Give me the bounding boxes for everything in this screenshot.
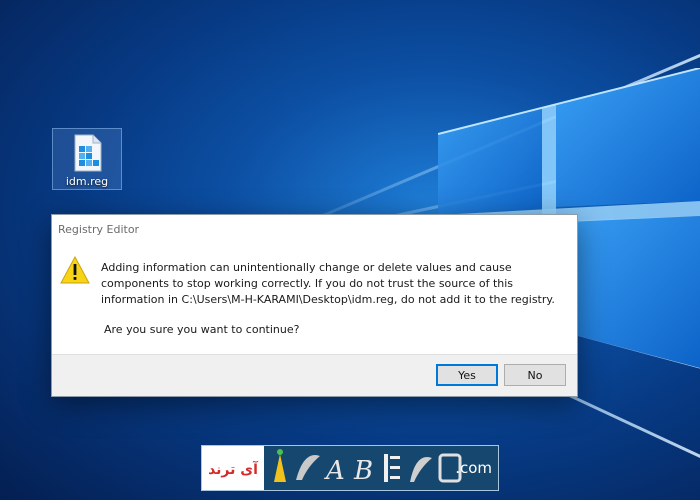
svg-text:A: A [324, 456, 345, 486]
site-watermark-logo: آی ترند A B .com [201, 445, 499, 491]
svg-text:آی ترند: آی ترند [208, 460, 259, 478]
watermark-graphic-area: A B .com [264, 446, 498, 490]
yes-button[interactable]: Yes [436, 364, 498, 386]
desktop-icon-label: idm.reg [65, 175, 109, 188]
svg-text:B: B [353, 456, 373, 486]
dialog-button-bar: Yes No [52, 354, 577, 396]
desktop-file-icon[interactable]: idm.reg [52, 128, 122, 190]
no-button[interactable]: No [504, 364, 566, 386]
watermark-brand-area: آی ترند [202, 446, 264, 490]
dialog-title: Registry Editor [58, 223, 140, 236]
dialog-message: Adding information can unintentionally c… [101, 260, 563, 308]
watermark-persian-text: آی ترند [208, 460, 259, 478]
confirmation-question: Are you sure you want to continue? [104, 323, 300, 336]
watermark-domain-suffix: .com [455, 459, 492, 477]
warning-message-text: Adding information can unintentionally c… [101, 261, 555, 306]
registry-file-icon [74, 134, 102, 172]
registry-editor-dialog: Registry Editor Adding information can u… [51, 214, 578, 397]
warning-icon [60, 256, 90, 284]
